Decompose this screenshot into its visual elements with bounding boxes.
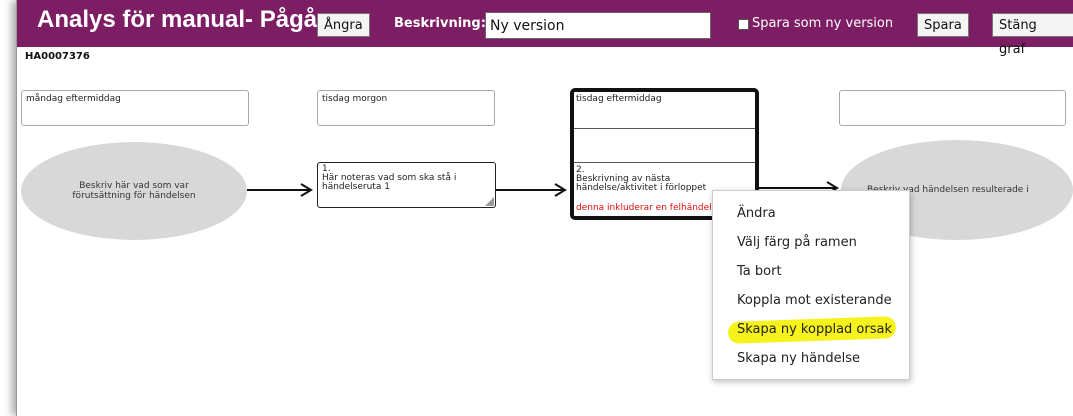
- event2-text: 2. Beskrivning av nästa händelse/aktivit…: [576, 166, 706, 193]
- arrow-event1-to-event2: [495, 183, 567, 197]
- event-divider: [574, 162, 755, 163]
- start-ellipse-line2: förutsättning för händelsen: [72, 191, 196, 201]
- menu-item-delete[interactable]: Ta bort: [737, 264, 782, 279]
- save-button[interactable]: Spara: [917, 13, 969, 37]
- start-ellipse[interactable]: Beskriv här vad som var förutsättning fö…: [21, 142, 247, 240]
- description-label: Beskrivning:: [394, 16, 486, 31]
- timeline-divider: [574, 128, 755, 129]
- save-as-new-checkbox[interactable]: [738, 19, 749, 30]
- timeline-box-1[interactable]: måndag eftermiddag: [21, 90, 249, 126]
- event2-line2: händelse/aktivitet i förloppet: [576, 183, 707, 193]
- resize-handle-icon[interactable]: [485, 197, 494, 206]
- menu-item-edit[interactable]: Ändra: [737, 206, 776, 221]
- timeline-box-2[interactable]: tisdag morgon: [317, 90, 495, 126]
- case-id: HA0007376: [25, 51, 90, 62]
- event2-error-note: denna inkluderar en felhändelse: [576, 203, 722, 213]
- menu-item-link-existing[interactable]: Koppla mot existerande: [737, 293, 892, 308]
- menu-item-create-event[interactable]: Skapa ny händelse: [737, 351, 860, 366]
- timeline-box-4[interactable]: [839, 90, 1066, 126]
- arrow-start-to-event1: [247, 183, 313, 197]
- description-input[interactable]: [485, 12, 711, 39]
- undo-button[interactable]: Ångra: [317, 13, 370, 37]
- event1-line2: händelseruta 1: [322, 182, 390, 192]
- top-toolbar: Analys för manual- Pågår Ångra Beskrivni…: [17, 0, 1073, 57]
- menu-item-create-linked-cause[interactable]: Skapa ny kopplad orsak: [737, 322, 892, 337]
- close-graph-button[interactable]: Stäng graf: [992, 13, 1073, 57]
- timeline-box-3[interactable]: tisdag eftermiddag: [576, 94, 662, 104]
- page-title: Analys för manual- Pågår: [37, 6, 327, 33]
- save-as-new-label: Spara som ny version: [752, 16, 894, 31]
- menu-item-choose-frame-color[interactable]: Välj färg på ramen: [737, 235, 857, 250]
- start-ellipse-line1: Beskriv här vad som var: [79, 181, 189, 191]
- app-frame: Analys för manual- Pågår Ångra Beskrivni…: [16, 0, 1073, 416]
- context-menu: Ändra Välj färg på ramen Ta bort Koppla …: [712, 190, 910, 380]
- event-box-1[interactable]: 1. Här noteras vad som ska stå i händels…: [317, 162, 496, 208]
